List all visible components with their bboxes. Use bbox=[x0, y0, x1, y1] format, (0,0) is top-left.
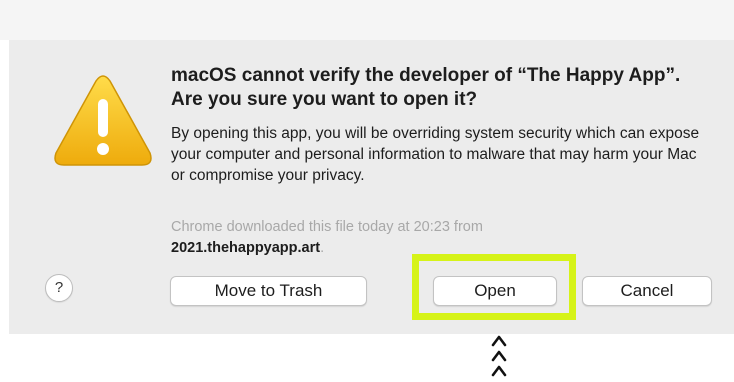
help-icon: ? bbox=[54, 279, 64, 296]
chevron-up-icon bbox=[491, 335, 507, 377]
move-to-trash-button[interactable]: Move to Trash bbox=[170, 276, 367, 306]
download-source-host: 2021.thehappyapp.art bbox=[171, 240, 321, 256]
warning-triangle-icon bbox=[54, 75, 152, 166]
open-button-highlight bbox=[412, 254, 576, 320]
download-source-suffix: . bbox=[320, 240, 325, 256]
download-source: Chrome downloaded this file today at 20:… bbox=[171, 217, 711, 259]
download-source-prefix: Chrome downloaded this file today at 20:… bbox=[171, 219, 483, 235]
window-top-strip bbox=[0, 0, 734, 40]
gatekeeper-dialog: macOS cannot verify the developer of “Th… bbox=[9, 40, 734, 334]
dialog-message: By opening this app, you will be overrid… bbox=[171, 125, 700, 184]
help-button[interactable]: ? bbox=[45, 274, 73, 302]
cancel-button[interactable]: Cancel bbox=[582, 276, 712, 306]
dialog-title: macOS cannot verify the developer of “Th… bbox=[171, 65, 681, 110]
